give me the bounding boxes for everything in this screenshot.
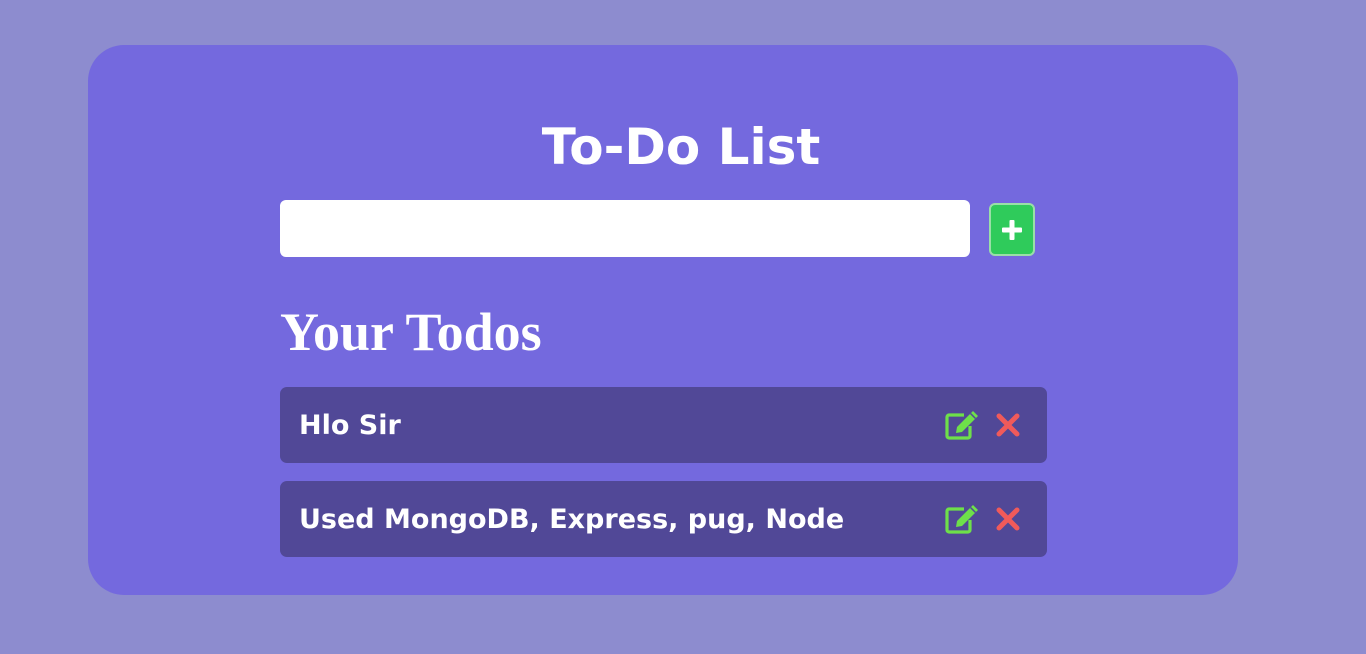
edit-icon [945,505,978,534]
add-todo-button[interactable] [989,203,1035,256]
todo-input[interactable] [280,200,970,257]
todos-heading: Your Todos [280,302,542,362]
todo-item: Used MongoDB, Express, pug, Node [280,481,1047,557]
close-icon [996,413,1020,437]
edit-icon [945,411,978,440]
todo-text: Hlo Sir [299,409,401,441]
edit-button[interactable] [943,406,981,444]
plus-icon [1002,219,1022,240]
delete-button[interactable] [989,500,1027,538]
close-icon [996,507,1020,531]
page-title: To-Do List [541,118,821,176]
delete-button[interactable] [989,406,1027,444]
edit-button[interactable] [943,500,981,538]
todo-item: Hlo Sir [280,387,1047,463]
todo-text: Used MongoDB, Express, pug, Node [299,503,845,535]
